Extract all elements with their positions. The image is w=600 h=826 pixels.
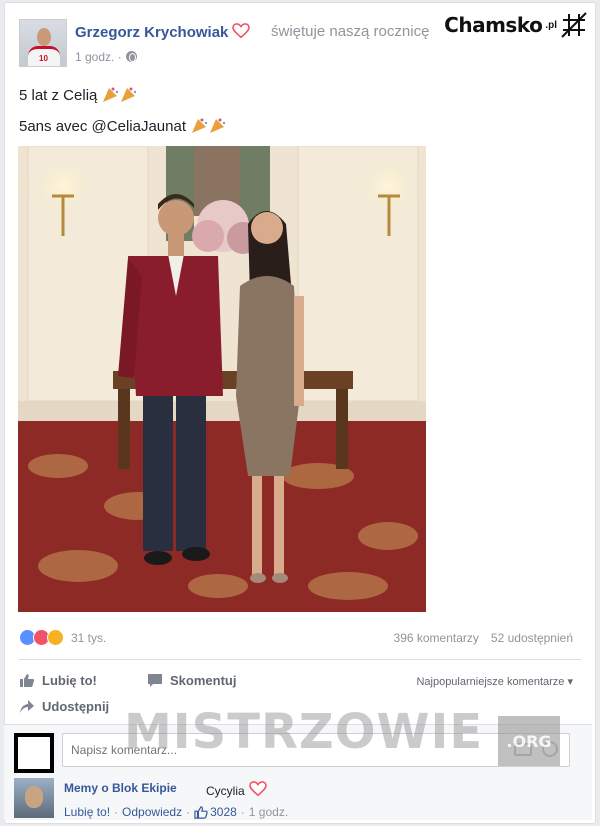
separator: · (186, 805, 191, 819)
author-name[interactable]: Grzegorz Krychowiak (75, 23, 252, 41)
logo-mark-icon (561, 12, 587, 38)
engagement-stats: 396 komentarzy 52 udostępnień (394, 631, 573, 645)
share-label[interactable]: Udostępnij (42, 699, 109, 714)
separator: · (240, 805, 245, 819)
feeling-text: świętuje naszą rocznicę (271, 23, 430, 40)
commenter-name-text[interactable]: Memy o Blok Ekipie (64, 781, 177, 795)
site-logo: Chamsko .pl (442, 5, 589, 45)
comment-reply-link[interactable]: Odpowiedz (122, 805, 182, 819)
shares-count[interactable]: 52 udostępnień (491, 631, 573, 645)
post-text-line-1: 5 lat z Celią (19, 85, 139, 104)
time-label[interactable]: 1 godz. · (75, 50, 122, 64)
wow-reaction-icon (47, 629, 64, 646)
commenter-avatar[interactable] (14, 778, 54, 818)
reactions-count[interactable]: 31 tys. (71, 631, 106, 645)
post-text-line-2: 5ans avec @CeliaJaunat (19, 116, 228, 135)
comment-label[interactable]: Skomentuj (170, 673, 236, 688)
comment-meta: Lubię to! · Odpowiedz · 3028 · 1 godz. (64, 805, 288, 819)
commenter-name[interactable]: Memy o Blok Ekipie (64, 781, 177, 795)
site-watermark: MISTRZOWIE (124, 704, 484, 760)
post-text-1: 5 lat z Celią (19, 87, 98, 104)
post-photo[interactable] (18, 146, 426, 612)
comment-icon (148, 674, 162, 687)
post-time[interactable]: 1 godz. · (75, 50, 137, 64)
viewer-avatar (14, 733, 54, 773)
comments-count[interactable]: 396 komentarzy (394, 631, 479, 645)
watermark-badge: .ORG (498, 716, 560, 766)
separator: · (114, 805, 119, 819)
comment-text: Cycylia (206, 781, 269, 798)
thumbs-up-icon (194, 805, 208, 819)
like-label[interactable]: Lubię to! (42, 673, 97, 688)
globe-icon (125, 51, 137, 62)
comment-like-link[interactable]: Lubię to! (64, 805, 110, 819)
thumbs-up-icon (20, 674, 34, 687)
heart-icon (248, 781, 267, 797)
share-arrow-icon (20, 700, 34, 713)
comment-sort-dropdown[interactable]: Najpopularniejsze komentarze ▾ (416, 675, 573, 688)
post-card: 10 Grzegorz Krychowiak świętuje naszą ro… (4, 2, 596, 824)
comment-body: Cycylia (206, 784, 245, 798)
logo-suffix: .pl (545, 19, 557, 31)
like-button[interactable]: Lubię to! (19, 673, 97, 688)
logo-text: Chamsko (442, 13, 545, 37)
comment-time[interactable]: 1 godz. (249, 805, 288, 819)
party-popper-icon (103, 87, 137, 102)
post-text-2: 5ans avec @CeliaJaunat (19, 118, 186, 135)
share-button[interactable]: Udostępnij (19, 699, 109, 714)
couple-photo-illustration (18, 146, 426, 612)
reactions-summary[interactable]: 31 tys. (19, 629, 106, 646)
heart-icon (232, 23, 251, 39)
party-popper-icon (192, 118, 226, 133)
comment-likes-count[interactable]: 3028 (210, 805, 237, 819)
divider (19, 659, 581, 660)
author-name-text[interactable]: Grzegorz Krychowiak (75, 24, 228, 41)
author-avatar[interactable]: 10 (19, 19, 67, 67)
comment-button[interactable]: Skomentuj (147, 673, 236, 688)
